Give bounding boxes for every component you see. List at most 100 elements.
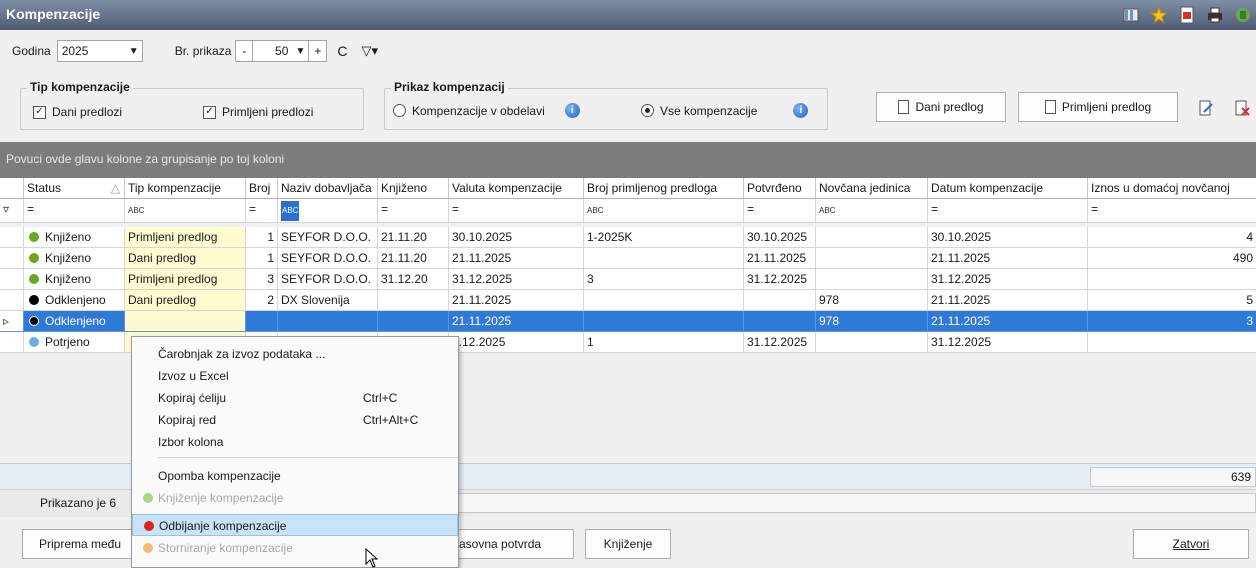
cell-tip[interactable]: Primljeni predlog [125, 227, 246, 248]
cell-datum[interactable]: 31.12.2025 [928, 269, 1088, 290]
cell-broj-predloga[interactable] [584, 290, 744, 311]
filter-jedinica[interactable]: ABC [816, 199, 928, 223]
cell-tip[interactable]: Dani predlog [125, 248, 246, 269]
col-header-valuta[interactable]: Valuta kompenzacije [449, 178, 584, 199]
cell-valuta[interactable]: 21.11.2025 [449, 290, 584, 311]
col-header-iznos[interactable]: Iznos u domaćoj novčanoj [1088, 178, 1256, 199]
cell-status[interactable]: Knjiženo [24, 248, 125, 269]
cell-broj[interactable] [246, 311, 278, 332]
cell-potvrdeno[interactable]: 30.10.2025 [744, 227, 816, 248]
cell-jedinica[interactable] [816, 269, 928, 290]
dani-predlozi-checkbox[interactable]: ✓ Dani predlozi [33, 105, 122, 119]
cell-naziv[interactable]: DX Slovenija [278, 290, 378, 311]
primljeni-predlog-button[interactable]: Primljeni predlog [1018, 92, 1178, 122]
cell-knjizeno[interactable] [378, 311, 449, 332]
filter-naziv[interactable]: ABC [278, 199, 378, 223]
context-menu-item[interactable]: Knjiženje kompenzacije [132, 487, 458, 509]
cell-status[interactable]: Knjiženo [24, 269, 125, 290]
cell-knjizeno[interactable] [378, 290, 449, 311]
cell-tip[interactable]: Dani predlog [125, 290, 246, 311]
print-icon[interactable] [1206, 6, 1224, 24]
cell-datum[interactable]: 21.11.2025 [928, 248, 1088, 269]
knjizenje-button[interactable]: Knjiženje [585, 529, 671, 559]
filter-datum[interactable]: = [928, 199, 1088, 223]
cell-knjizeno[interactable]: 31.12.20 [378, 269, 449, 290]
cell-naziv[interactable]: SEYFOR D.O.O. [278, 269, 378, 290]
cell-valuta[interactable]: 21.11.2025 [449, 311, 584, 332]
star-icon[interactable] [1150, 6, 1168, 24]
table-row[interactable]: ▹ Odklenjeno 21.11.2025 978 21.11.2025 3 [0, 311, 1256, 332]
cell-broj-predloga[interactable] [584, 248, 744, 269]
cell-broj[interactable]: 1 [246, 248, 278, 269]
vse-kompenzacije-radio[interactable]: Vse kompenzacije i [641, 103, 809, 118]
cell-jedinica[interactable] [816, 227, 928, 248]
cell-naziv[interactable]: SEYFOR D.O.O. [278, 248, 378, 269]
dani-predlog-button[interactable]: Dani predlog [876, 92, 1006, 122]
cell-valuta[interactable]: 30.10.2025 [449, 227, 584, 248]
cell-datum[interactable]: 21.11.2025 [928, 311, 1088, 332]
filter-iznos[interactable]: = [1088, 199, 1256, 223]
cell-status[interactable]: Knjiženo [24, 227, 125, 248]
context-menu-item[interactable]: Opomba kompenzacije [132, 465, 458, 487]
count-select[interactable]: 50 ▼ [253, 40, 310, 62]
columns-icon[interactable] [1122, 6, 1140, 24]
exit-icon[interactable] [1234, 6, 1252, 24]
pdf-icon[interactable] [1178, 6, 1196, 24]
table-row[interactable]: Odklenjeno Dani predlog 2 DX Slovenija 21.11… [0, 290, 1256, 311]
year-select[interactable]: 2025 ▼ [56, 40, 143, 62]
cell-knjizeno[interactable]: 21.11.20 [378, 227, 449, 248]
cell-valuta[interactable]: 31.12.2025 [449, 269, 584, 290]
cell-jedinica[interactable]: 978 [816, 311, 928, 332]
filter-knjizeno[interactable]: = [378, 199, 449, 223]
filter-broj[interactable]: = [246, 199, 278, 223]
row-indicator[interactable] [0, 248, 24, 269]
count-plus-button[interactable]: + [309, 40, 328, 62]
cell-broj-predloga[interactable]: 1 [584, 332, 744, 353]
cell-potvrdeno[interactable] [744, 311, 816, 332]
cell-iznos[interactable] [1088, 332, 1256, 353]
primljeni-predlozi-checkbox[interactable]: ✓ Primljeni predlozi [203, 105, 313, 119]
filter-status[interactable]: = [24, 199, 125, 223]
cell-knjizeno[interactable]: 21.11.20 [378, 248, 449, 269]
context-menu-item[interactable]: Kopiraj ćeliju Ctrl+C [132, 387, 458, 409]
cell-datum[interactable]: 21.11.2025 [928, 290, 1088, 311]
cell-valuta[interactable]: 21.11.2025 [449, 248, 584, 269]
cell-iznos[interactable] [1088, 269, 1256, 290]
filter-broj-predloga[interactable]: ABC [584, 199, 744, 223]
cell-potvrdeno[interactable]: 21.11.2025 [744, 248, 816, 269]
info-icon[interactable]: i [564, 103, 580, 118]
cell-jedinica[interactable] [816, 248, 928, 269]
cell-iznos[interactable]: 490 [1088, 248, 1256, 269]
potvrda-button[interactable]: asovna potvrda [440, 529, 574, 559]
delete-document-icon[interactable] [1234, 100, 1250, 116]
cell-broj-predloga[interactable]: 3 [584, 269, 744, 290]
cell-jedinica[interactable] [816, 332, 928, 353]
kompenzacije-v-obdelavi-radio[interactable]: Kompenzacije v obdelavi i [393, 103, 580, 118]
cell-broj-predloga[interactable] [584, 311, 744, 332]
table-row[interactable]: Knjiženo Primljeni predlog 3 SEYFOR D.O.O. 3… [0, 269, 1256, 290]
cell-naziv[interactable]: SEYFOR D.O.O. [278, 227, 378, 248]
context-menu-item[interactable]: Kopiraj red Ctrl+Alt+C [132, 409, 458, 431]
cell-valuta[interactable]: 1.12.2025 [449, 332, 584, 353]
col-header-broj[interactable]: Broj [246, 178, 278, 199]
filter-tip[interactable]: ABC [125, 199, 246, 223]
row-indicator[interactable]: ▹ [0, 311, 24, 332]
cell-iznos[interactable]: 3 [1088, 311, 1256, 332]
col-header-knjizeno[interactable]: Knjiženo [378, 178, 449, 199]
cell-naziv[interactable] [278, 311, 378, 332]
col-header-potvrdeno[interactable]: Potvrđeno [744, 178, 816, 199]
row-indicator[interactable] [0, 227, 24, 248]
context-menu-item[interactable]: Odbijanje kompenzacije [132, 514, 458, 536]
cell-datum[interactable]: 30.10.2025 [928, 227, 1088, 248]
info-icon[interactable]: i [793, 103, 809, 118]
table-row[interactable]: Knjiženo Primljeni predlog 1 SEYFOR D.O.O. 2… [0, 227, 1256, 248]
cell-status[interactable]: Odklenjeno [24, 290, 125, 311]
filter-valuta[interactable]: = [449, 199, 584, 223]
col-header-datum[interactable]: Datum kompenzacije [928, 178, 1088, 199]
row-indicator[interactable] [0, 332, 24, 353]
cell-iznos[interactable]: 5 [1088, 290, 1256, 311]
cell-broj[interactable]: 3 [246, 269, 278, 290]
row-indicator[interactable] [0, 290, 24, 311]
filter-icon[interactable]: ▽▾ [362, 43, 379, 59]
cell-jedinica[interactable]: 978 [816, 290, 928, 311]
